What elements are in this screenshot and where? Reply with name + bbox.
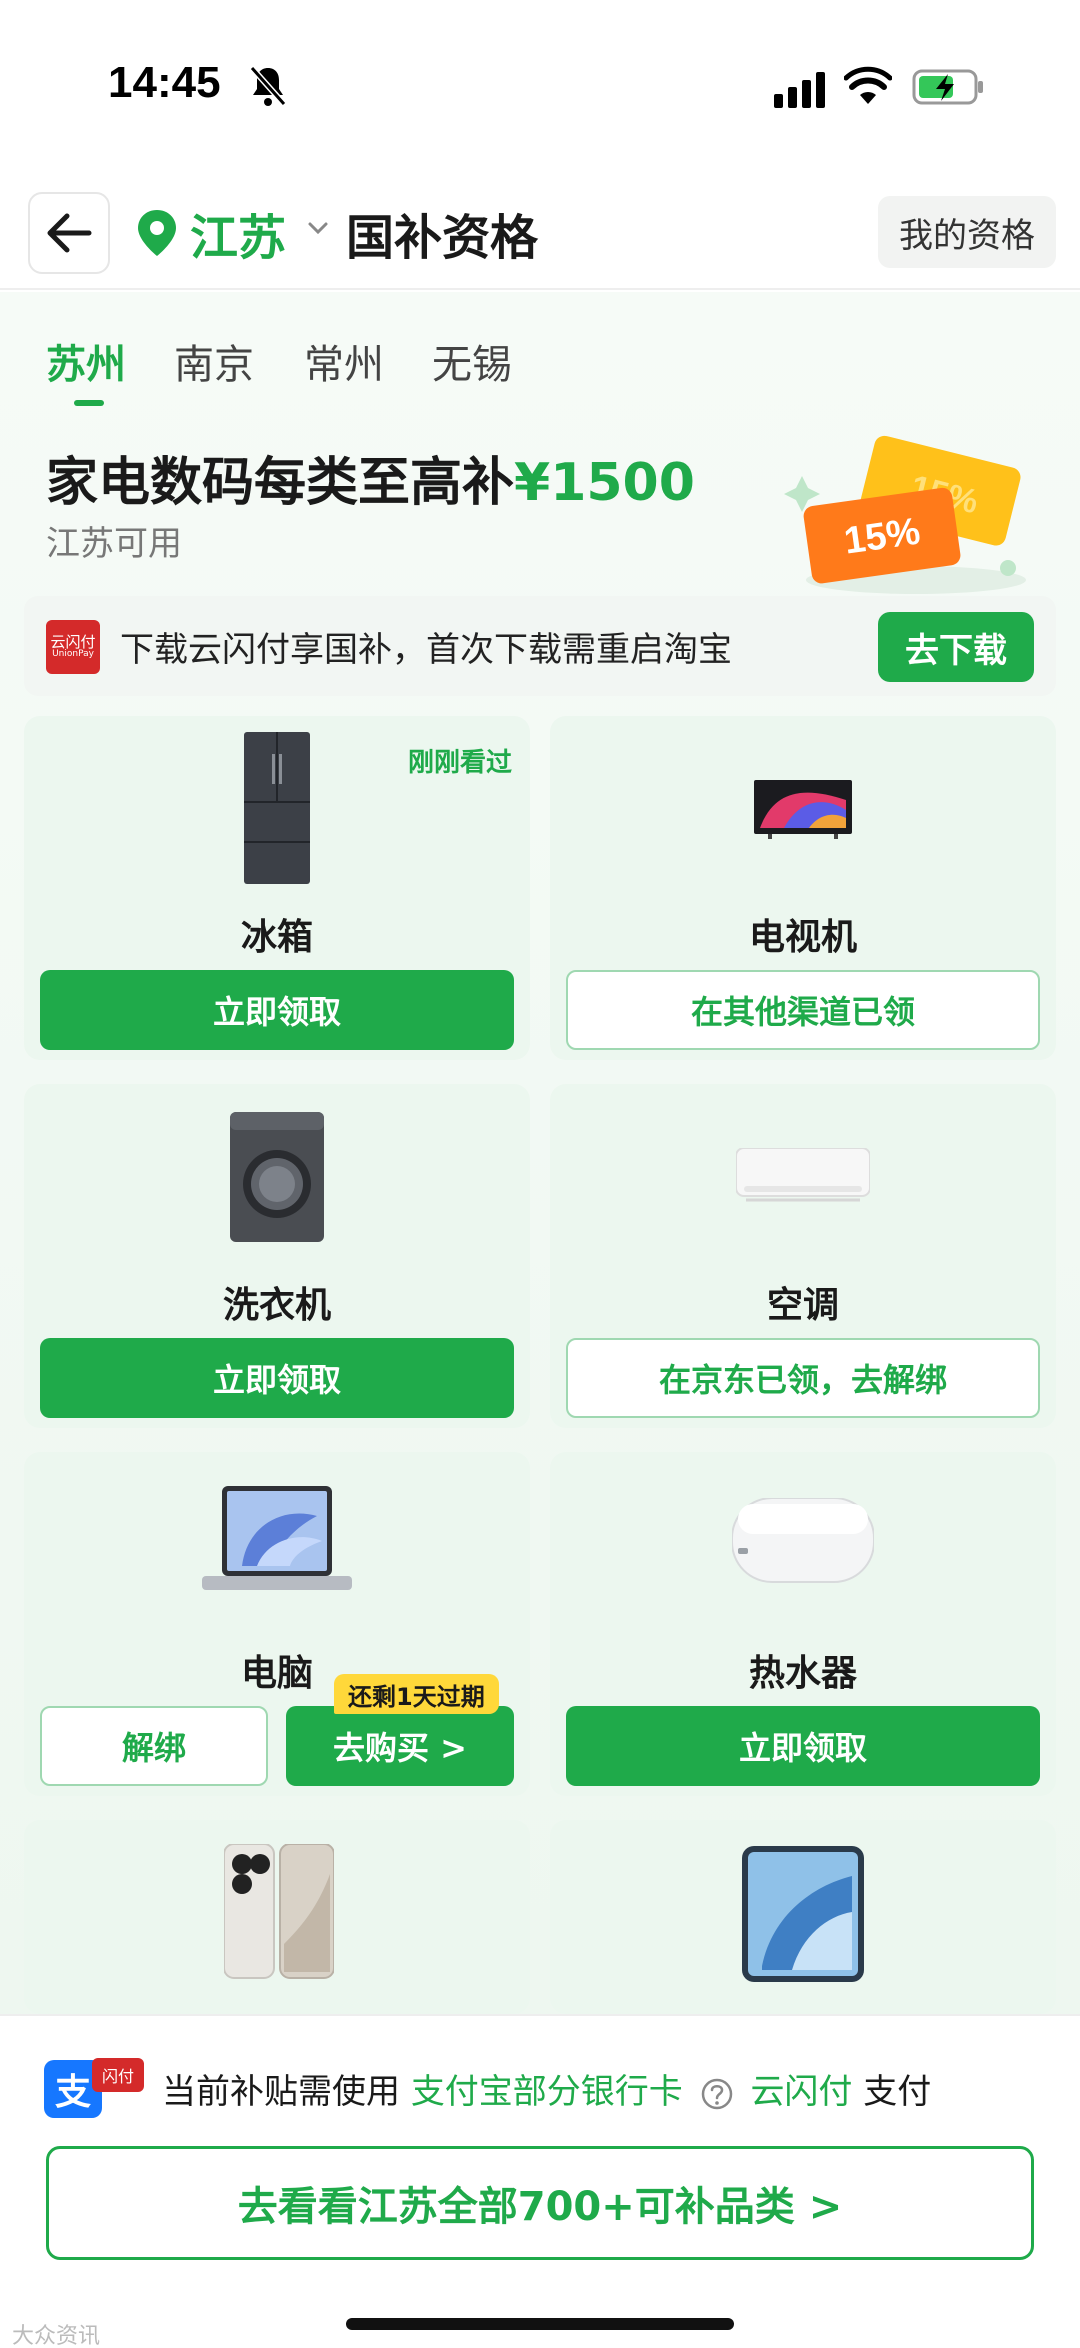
product-card-ac[interactable]: 空调 在京东已领，去解绑 xyxy=(550,1084,1056,1428)
bell-muted-icon xyxy=(249,66,287,106)
product-card-laptop[interactable]: 电脑 解绑 去购买 > 还剩1天过期 xyxy=(24,1452,530,1796)
headline-amount: ¥1500 xyxy=(514,453,695,513)
tab-nanjing[interactable]: 南京 xyxy=(174,332,254,390)
payment-method-line: 当前补贴需使用 支付宝部分银行卡 云闪付 支付 xyxy=(162,2064,931,2113)
fridge-icon xyxy=(244,732,310,884)
page-title: 国补资格 xyxy=(346,210,539,266)
status-time: 14:45 xyxy=(108,58,221,107)
product-card-tablet[interactable] xyxy=(550,1820,1056,2014)
headline-subtext: 江苏可用 xyxy=(46,524,182,564)
unionpay-mini-logo: 闪付 xyxy=(92,2058,144,2092)
claim-button[interactable]: 立即领取 xyxy=(40,970,514,1050)
claim-button[interactable]: 立即领取 xyxy=(566,1706,1040,1786)
see-all-categories-button[interactable]: 去看看江苏全部700+可补品类 > xyxy=(46,2146,1034,2260)
unbind-jd-button[interactable]: 在京东已领，去解绑 xyxy=(566,1338,1040,1418)
download-unionpay-banner: 云闪付 UnionPay 下载云闪付享国补，首次下载需重启淘宝 去下载 xyxy=(24,596,1056,696)
tab-changzhou[interactable]: 常州 xyxy=(304,332,384,390)
alipay-bank-card-link[interactable]: 支付宝部分银行卡 xyxy=(411,2072,683,2112)
card-title: 洗衣机 xyxy=(222,1285,331,1326)
card-title: 空调 xyxy=(766,1285,839,1326)
product-card-tv[interactable]: 电视机 在其他渠道已领 xyxy=(550,716,1056,1060)
card-title: 热水器 xyxy=(748,1653,857,1694)
tablet-icon xyxy=(742,1846,864,1982)
chevron-down-icon[interactable] xyxy=(306,218,330,238)
tab-suzhou[interactable]: 苏州 xyxy=(46,332,126,390)
location-pin-icon xyxy=(138,210,176,256)
phone-icon xyxy=(224,1844,334,1979)
cellular-signal-icon xyxy=(774,72,825,108)
coupon-illustration-icon: 15% 15% xyxy=(784,435,1026,594)
pay-suffix: 支付 xyxy=(863,2072,932,2112)
watermark: 大众资讯 xyxy=(12,2324,101,2348)
active-tab-indicator xyxy=(74,400,104,406)
top-nav-bar: 江苏 国补资格 我的资格 xyxy=(0,180,1080,290)
water-heater-icon xyxy=(732,1498,874,1583)
unionpay-logo: 云闪付 UnionPay xyxy=(46,620,100,674)
headline-text: 家电数码每类至高补 xyxy=(46,453,515,513)
recently-viewed-badge: 刚刚看过 xyxy=(407,748,512,778)
expire-badge: 还剩1天过期 xyxy=(334,1674,499,1714)
unionpay-logo-subtext: UnionPay xyxy=(52,649,94,660)
unionpay-link[interactable]: 云闪付 xyxy=(750,2072,852,2112)
claim-button[interactable]: 立即领取 xyxy=(40,1338,514,1418)
pay-prefix: 当前补贴需使用 xyxy=(162,2072,400,2112)
bottom-panel: 支 闪付 当前补贴需使用 支付宝部分银行卡 云闪付 支付 去看看江苏全部700+… xyxy=(0,2014,1080,2348)
wifi-icon xyxy=(844,66,892,104)
arrow-left-icon xyxy=(47,213,92,253)
back-button[interactable] xyxy=(28,192,110,274)
product-card-phone[interactable] xyxy=(24,1820,530,2014)
download-banner-text: 下载云闪付享国补，首次下载需重启淘宝 xyxy=(120,630,732,670)
tv-icon xyxy=(754,780,852,839)
ac-icon xyxy=(736,1148,870,1202)
question-circle-icon[interactable] xyxy=(700,2077,734,2111)
washer-icon xyxy=(230,1112,324,1242)
laptop-icon xyxy=(202,1486,352,1590)
card-title: 电视机 xyxy=(748,917,857,958)
tab-wuxi[interactable]: 无锡 xyxy=(432,332,512,390)
my-qualification-button[interactable]: 我的资格 xyxy=(878,196,1056,268)
home-indicator[interactable] xyxy=(346,2318,734,2330)
product-card-water-heater[interactable]: 热水器 立即领取 xyxy=(550,1452,1056,1796)
region-selector[interactable]: 江苏 xyxy=(190,198,286,268)
unionpay-logo-text: 云闪付 xyxy=(50,632,96,651)
subsidy-headline: 家电数码每类至高补¥1500 xyxy=(46,440,695,515)
battery-charging-icon xyxy=(912,69,983,105)
claimed-elsewhere-button[interactable]: 在其他渠道已领 xyxy=(566,970,1040,1050)
product-card-fridge[interactable]: 刚刚看过 冰箱 立即领取 xyxy=(24,716,530,1060)
card-title: 冰箱 xyxy=(240,917,313,958)
go-buy-button[interactable]: 去购买 > xyxy=(286,1706,514,1786)
download-button[interactable]: 去下载 xyxy=(878,612,1034,682)
unbind-button[interactable]: 解绑 xyxy=(40,1706,268,1786)
status-bar: 14:45 xyxy=(0,0,1080,150)
product-card-washer[interactable]: 洗衣机 立即领取 xyxy=(24,1084,530,1428)
